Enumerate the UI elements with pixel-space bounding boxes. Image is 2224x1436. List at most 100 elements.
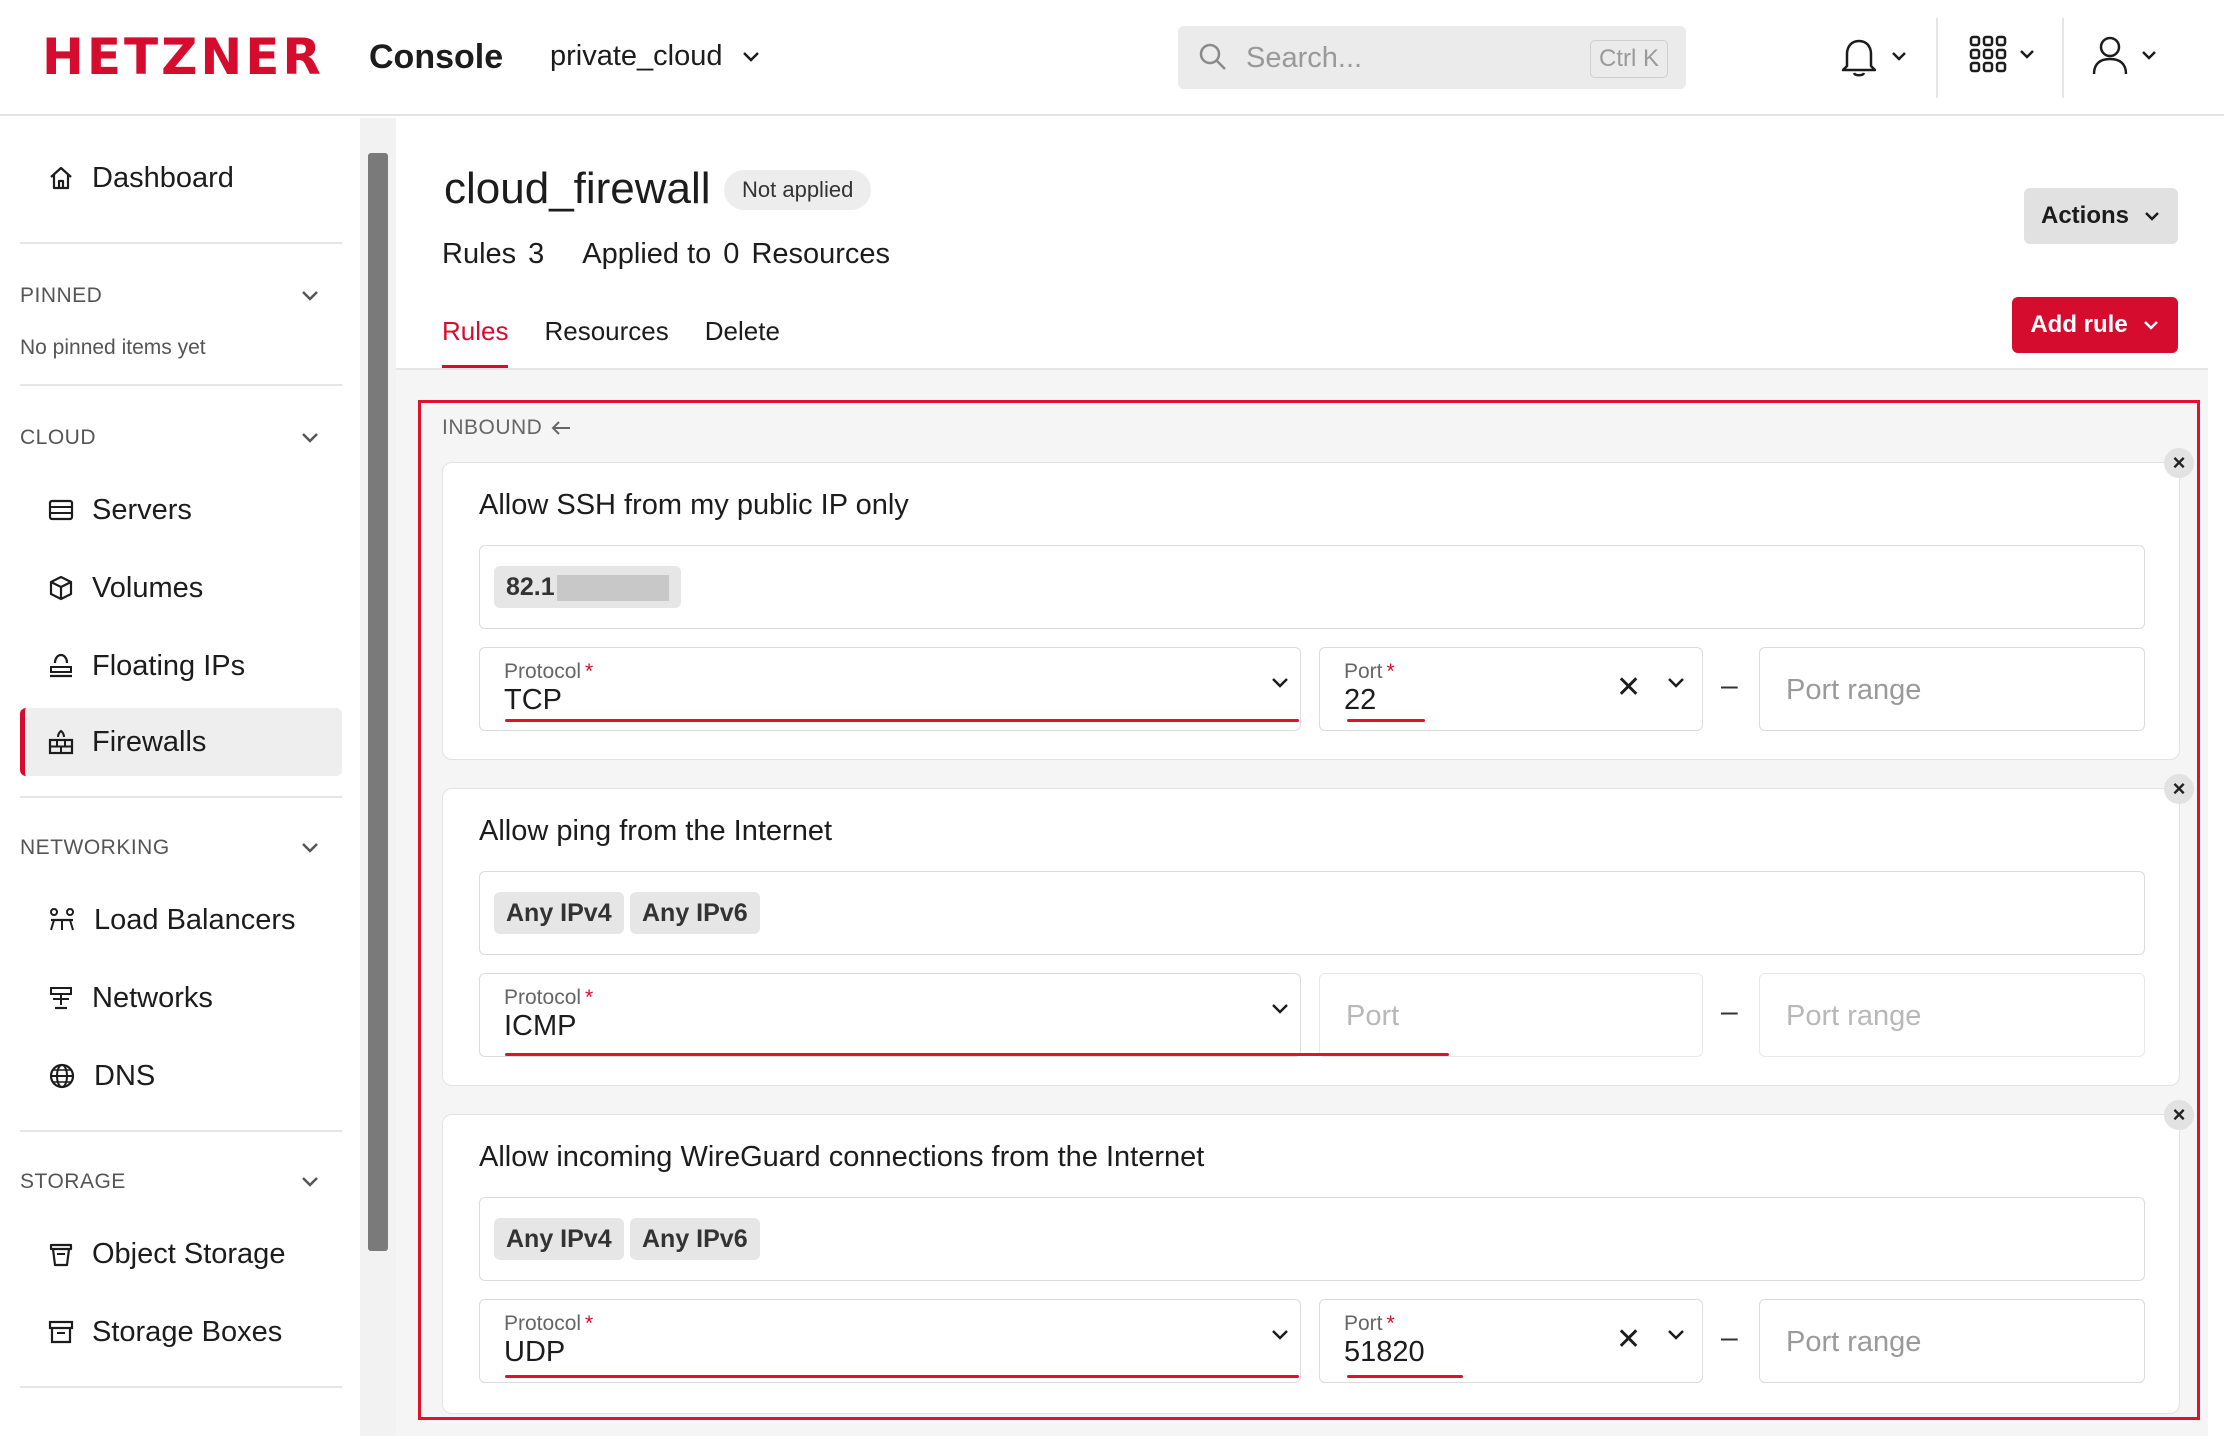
- sidebar-item-floating-ips[interactable]: Floating IPs: [20, 632, 342, 700]
- sidebar-item-networks[interactable]: Networks: [20, 964, 342, 1032]
- ip-chip[interactable]: 82.1: [494, 566, 681, 608]
- firewall-icon: [48, 729, 74, 755]
- chevron-down-icon: [1272, 1004, 1288, 1014]
- sidebar-item-volumes[interactable]: Volumes: [20, 554, 342, 622]
- source-ips-input[interactable]: Any IPv4 Any IPv6: [479, 1197, 2145, 1281]
- sidebar-item-object-storage[interactable]: Object Storage: [20, 1220, 342, 1288]
- sidebar-item-dns[interactable]: DNS: [20, 1042, 342, 1110]
- sidebar-item-label: Firewalls: [92, 725, 207, 758]
- user-icon: [2092, 36, 2128, 75]
- status-badge: Not applied: [724, 170, 872, 210]
- section-cloud-header[interactable]: CLOUD: [20, 426, 320, 450]
- search-box[interactable]: Search... Ctrl K: [1178, 26, 1686, 89]
- search-shortcut: Ctrl K: [1590, 40, 1668, 78]
- actions-button[interactable]: Actions: [2024, 188, 2178, 244]
- section-heading: NETWORKING: [20, 836, 170, 859]
- annotation-underline: [1347, 1375, 1463, 1378]
- port-range-input[interactable]: Port range: [1759, 647, 2145, 731]
- sidebar-item-label: Storage Boxes: [92, 1315, 283, 1348]
- rule-card: Allow ping from the Internet Any IPv4 An…: [442, 788, 2180, 1086]
- apps-menu-button[interactable]: [1968, 34, 2036, 74]
- ip-chip[interactable]: Any IPv6: [630, 1218, 760, 1260]
- remove-rule-button[interactable]: ×: [2164, 1100, 2194, 1130]
- port-input[interactable]: Port: [1319, 973, 1703, 1057]
- sidebar-scrollbar-thumb[interactable]: [368, 153, 388, 1251]
- load-balancer-icon: [50, 908, 74, 931]
- clear-icon[interactable]: ✕: [1616, 670, 1641, 705]
- section-networking-header[interactable]: NETWORKING: [20, 836, 320, 860]
- section-storage-header[interactable]: STORAGE: [20, 1170, 320, 1194]
- protocol-select[interactable]: Protocol * ICMP: [479, 973, 1301, 1057]
- rules-count-summary: Rules 3: [442, 238, 544, 271]
- search-icon: [1199, 43, 1226, 70]
- divider: [2062, 18, 2064, 98]
- chevron-down-icon: [1892, 52, 1906, 61]
- chevron-down-icon[interactable]: [1666, 1328, 1686, 1342]
- remove-rule-button[interactable]: ×: [2164, 774, 2194, 804]
- sidebar-item-label: Networks: [92, 981, 213, 1014]
- add-rule-button[interactable]: Add rule: [2012, 297, 2178, 353]
- sidebar-item-firewalls[interactable]: Firewalls: [20, 708, 342, 776]
- section-heading: PINNED: [20, 284, 103, 307]
- section-pinned-header[interactable]: PINNED: [20, 284, 320, 308]
- hetzner-logo[interactable]: HETZNER: [42, 32, 324, 82]
- clear-icon[interactable]: ✕: [1616, 1322, 1641, 1357]
- ip-chip[interactable]: Any IPv6: [630, 892, 760, 934]
- port-placeholder: Port: [1346, 1000, 1400, 1032]
- rule-description[interactable]: Allow incoming WireGuard connections fro…: [479, 1141, 1204, 1174]
- pinned-empty-text: No pinned items yet: [20, 336, 206, 359]
- rule-description[interactable]: Allow ping from the Internet: [479, 815, 832, 848]
- archive-icon: [48, 1320, 74, 1344]
- sidebar-item-label: DNS: [94, 1059, 156, 1092]
- source-ips-input[interactable]: Any IPv4 Any IPv6: [479, 871, 2145, 955]
- project-selector[interactable]: private_cloud: [550, 40, 761, 73]
- user-menu-button[interactable]: [2090, 34, 2158, 76]
- bucket-icon: [49, 1243, 73, 1267]
- divider: [20, 242, 342, 244]
- section-heading: STORAGE: [20, 1170, 126, 1193]
- protocol-select[interactable]: Protocol * UDP: [479, 1299, 1301, 1383]
- rule-description[interactable]: Allow SSH from my public IP only: [479, 489, 909, 522]
- sidebar-item-label: Load Balancers: [94, 903, 296, 936]
- field-label: Port *: [1344, 660, 1395, 683]
- server-icon: [48, 499, 74, 521]
- divider: [20, 1130, 342, 1132]
- notifications-button[interactable]: [1838, 34, 1908, 78]
- firewall-summary: Rules 3 Applied to 0 Resources: [442, 238, 890, 271]
- ip-chip[interactable]: Any IPv4: [494, 892, 624, 934]
- sidebar-item-load-balancers[interactable]: Load Balancers: [20, 886, 342, 954]
- rule-card: Allow SSH from my public IP only 82.1 Pr…: [442, 462, 2180, 760]
- chevron-down-icon[interactable]: [1666, 676, 1686, 690]
- remove-rule-button[interactable]: ×: [2164, 448, 2194, 478]
- console-label: Console: [369, 38, 504, 76]
- tab-delete[interactable]: Delete: [705, 316, 780, 369]
- protocol-value: ICMP: [504, 1010, 577, 1042]
- inbound-heading: INBOUND: [442, 416, 572, 440]
- rules-label: Rules: [442, 238, 517, 270]
- chevron-down-icon: [2142, 51, 2156, 60]
- chevron-down-icon: [1272, 1330, 1288, 1340]
- chevron-down-icon: [742, 51, 759, 62]
- tab-resources[interactable]: Resources: [544, 316, 668, 369]
- sidebar-item-storage-boxes[interactable]: Storage Boxes: [20, 1298, 342, 1366]
- sidebar-item-label: Floating IPs: [92, 649, 246, 682]
- port-range-input[interactable]: Port range: [1759, 1299, 2145, 1383]
- port-input[interactable]: Port * 51820 ✕: [1319, 1299, 1703, 1383]
- sidebar-item-servers[interactable]: Servers: [20, 476, 342, 544]
- divider: [20, 1386, 342, 1388]
- cube-icon: [49, 575, 73, 601]
- port-range-placeholder: Port range: [1786, 1000, 1922, 1032]
- divider: [1936, 18, 1938, 98]
- chevron-down-icon: [2143, 321, 2158, 330]
- ip-chip[interactable]: Any IPv4: [494, 1218, 624, 1260]
- source-ips-input[interactable]: 82.1: [479, 545, 2145, 629]
- port-range-input[interactable]: Port range: [1759, 973, 2145, 1057]
- sidebar-item-dashboard[interactable]: Dashboard: [20, 144, 342, 212]
- tab-rules[interactable]: Rules: [442, 316, 509, 369]
- sidebar-item-label: Volumes: [92, 571, 204, 604]
- applied-count: 0: [723, 238, 740, 270]
- section-heading: CLOUD: [20, 426, 97, 449]
- annotation-underline: [505, 1375, 1299, 1378]
- port-value: 22: [1344, 684, 1377, 716]
- page-title: cloud_firewall: [444, 164, 711, 213]
